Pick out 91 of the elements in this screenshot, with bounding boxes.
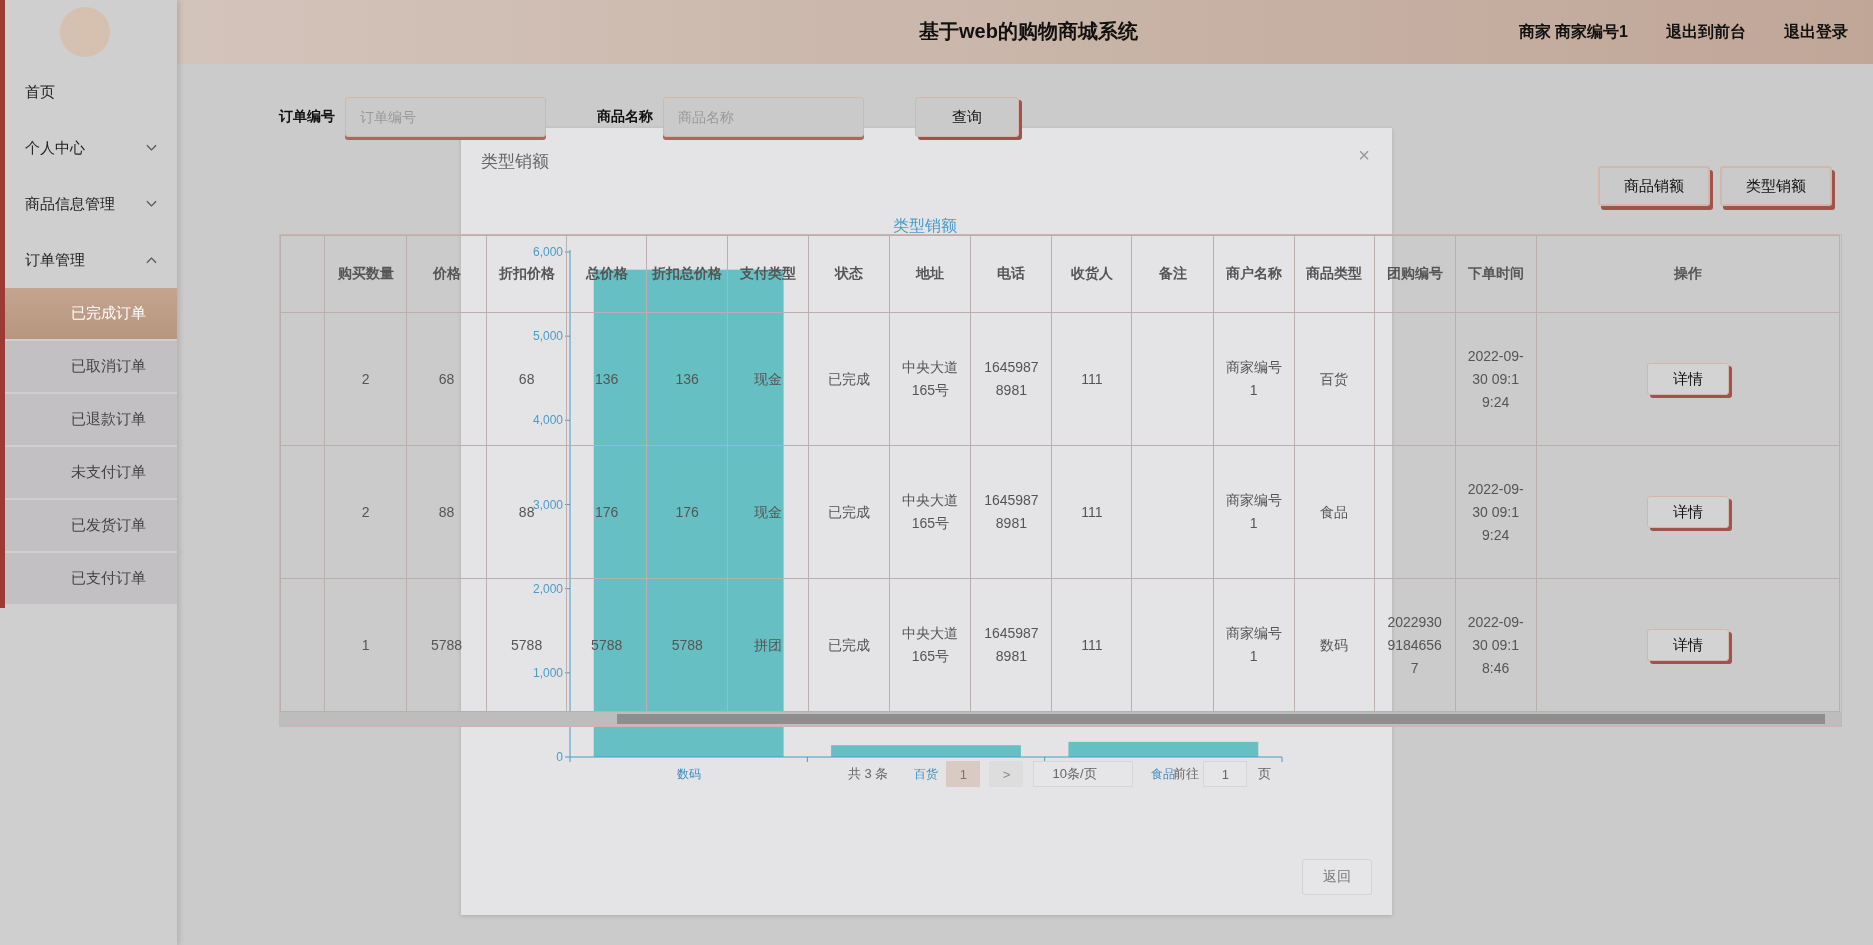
column-header: 操作	[1673, 265, 1702, 281]
table-cell: 176	[595, 503, 619, 520]
menu-item[interactable]: 商品信息管理	[5, 176, 177, 232]
table-cell: 68	[438, 370, 455, 387]
field-label: 商品名称	[597, 108, 653, 126]
tick-label: 1,000	[532, 665, 563, 680]
submenu-item[interactable]: 未支付订单	[5, 447, 177, 498]
column-header: 折扣总价格	[652, 265, 723, 281]
user-label: 商家 商家编号1	[1518, 21, 1628, 42]
submenu-item[interactable]: 已发货订单	[5, 500, 177, 551]
table-cell: 商家编号1	[1225, 492, 1282, 531]
table-cell: 68	[518, 370, 535, 387]
page-size-select[interactable]: 10条/页	[1033, 761, 1134, 787]
table-cell: 拼团	[754, 636, 783, 653]
table-cell: 2022-09-30 09:18:46	[1467, 613, 1524, 676]
column-header: 购买数量	[337, 265, 394, 281]
table-cell: 16459878981	[984, 492, 1039, 531]
menu-item[interactable]: 个人中心	[5, 120, 177, 176]
column-header: 商户名称	[1225, 265, 1282, 281]
table-cell: 5788	[671, 636, 703, 653]
table-cell: 中央大道165号	[902, 359, 959, 398]
table-cell: 176	[675, 503, 699, 520]
category-label: 百货	[914, 767, 938, 781]
table-cell: 88	[518, 503, 535, 520]
column-header: 团购编号	[1386, 265, 1443, 281]
chart-title: 类型销额	[893, 217, 957, 234]
table-cell: 中央大道165号	[902, 625, 959, 664]
detail-button[interactable]: 详情	[1646, 629, 1729, 661]
app-title: 基于web的购物商城系统	[919, 19, 1138, 44]
table-cell: 88	[438, 503, 455, 520]
table-cell: 2	[361, 370, 370, 387]
table-cell: 现金	[754, 503, 783, 520]
detail-button[interactable]: 详情	[1646, 496, 1729, 528]
tick-label: 6,000	[532, 245, 563, 259]
table-cell: 2022-09-30 09:19:24	[1467, 347, 1524, 410]
tick-label: 3,000	[532, 497, 563, 512]
detail-button[interactable]: 详情	[1646, 363, 1729, 395]
table-cell: 已完成	[828, 503, 871, 520]
submenu-item[interactable]: 已取消订单	[5, 341, 177, 392]
header-link[interactable]: 退出登录	[1784, 21, 1848, 43]
column-header: 价格	[432, 265, 461, 281]
tick-label: 5,000	[532, 329, 563, 344]
menu-item[interactable]: 首页	[5, 64, 177, 120]
table-cell: 5788	[431, 636, 463, 653]
menu-item[interactable]: 订单管理	[5, 232, 177, 288]
table-cell: 现金	[754, 370, 783, 387]
table-cell: 111	[1081, 636, 1103, 653]
column-header: 备注	[1158, 265, 1187, 281]
tick-label: 4,000	[532, 413, 563, 428]
category-label: 数码	[676, 767, 701, 781]
column-header: 地址	[916, 265, 945, 281]
submenu-item[interactable]: 已退款订单	[5, 394, 177, 445]
column-header: 折扣价格	[498, 265, 555, 281]
page-suffix: 页	[1258, 765, 1272, 783]
table-cell: 已完成	[828, 636, 871, 653]
table-cell: 5788	[511, 636, 543, 653]
table-cell: 食品	[1320, 503, 1349, 520]
total-count: 共 3 条	[848, 765, 889, 783]
column-header: 商品类型	[1306, 265, 1363, 281]
table-cell: 16459878981	[984, 625, 1039, 664]
table-cell: 136	[675, 370, 699, 387]
dialog-title: 类型销额	[481, 151, 549, 173]
query-button[interactable]: 查询	[915, 97, 1019, 137]
table-cell: 2	[361, 503, 370, 520]
tick-label: 0	[556, 750, 563, 764]
header-link[interactable]: 退出到前台	[1666, 21, 1746, 43]
table-cell: 111	[1081, 503, 1103, 520]
table-cell: 16459878981	[984, 359, 1039, 398]
goto-label: 前往	[1173, 765, 1200, 783]
table-cell: 111	[1081, 370, 1103, 387]
page-input[interactable]: 1	[1203, 761, 1248, 787]
table-cell: 已完成	[828, 370, 871, 387]
horizontal-scrollbar[interactable]	[280, 712, 1841, 726]
table-cell: 136	[595, 370, 619, 387]
table-cell: 202293091846567	[1387, 613, 1442, 676]
field-label: 订单编号	[279, 108, 335, 126]
avatar	[60, 7, 110, 57]
table-cell: 商家编号1	[1225, 359, 1282, 398]
column-header: 状态	[835, 265, 864, 281]
submenu-item[interactable]: 已支付订单	[5, 553, 177, 604]
table-cell: 1	[361, 636, 370, 653]
table-cell: 商家编号1	[1225, 625, 1282, 664]
column-header: 电话	[997, 265, 1026, 281]
table-cell: 中央大道165号	[902, 492, 959, 531]
table-cell: 2022-09-30 09:19:24	[1467, 480, 1524, 543]
table-cell: 数码	[1320, 636, 1349, 653]
table-cell: 百货	[1320, 370, 1349, 387]
tick-label: 2,000	[532, 581, 563, 596]
back-button[interactable]: 返回	[1302, 859, 1372, 895]
column-header: 收货人	[1070, 265, 1113, 281]
column-header: 下单时间	[1467, 265, 1524, 281]
